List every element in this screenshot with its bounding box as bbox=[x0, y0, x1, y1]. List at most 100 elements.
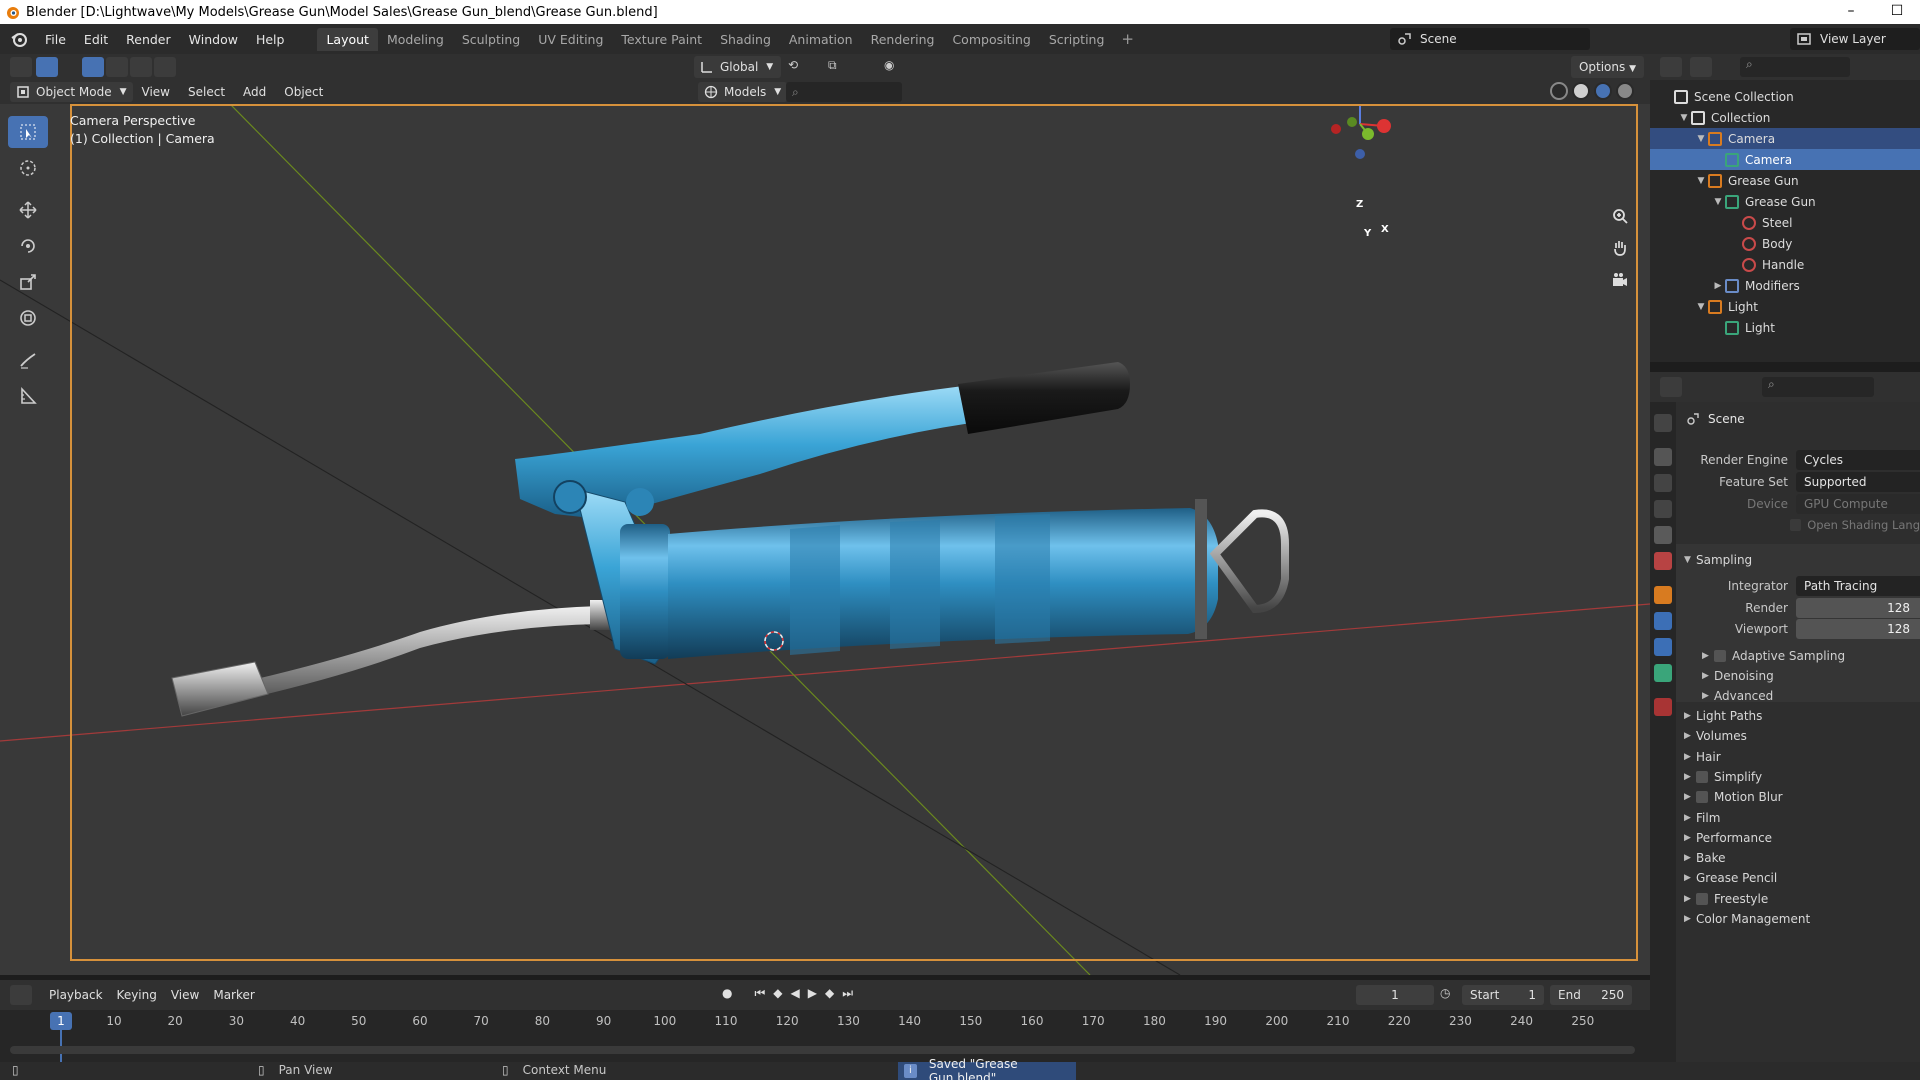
material-preview-shading-icon[interactable] bbox=[1594, 82, 1612, 100]
section-simplify[interactable]: ▶ Simplify bbox=[1684, 767, 1762, 787]
start-frame-field[interactable]: Start 1 bbox=[1462, 985, 1544, 1005]
integrator-dropdown[interactable]: Path Tracing bbox=[1796, 576, 1920, 596]
prev-keyframe-icon[interactable]: ◆ bbox=[773, 986, 782, 1001]
scene-tab-icon[interactable] bbox=[1654, 526, 1672, 544]
section-checkbox[interactable] bbox=[1696, 791, 1708, 804]
scale-tool-icon[interactable] bbox=[8, 266, 48, 298]
editor-type-icon[interactable] bbox=[10, 57, 32, 77]
properties-editor-type-icon[interactable] bbox=[1660, 377, 1682, 397]
blender-menu-icon[interactable] bbox=[10, 30, 28, 48]
tab-compositing[interactable]: Compositing bbox=[943, 28, 1039, 51]
properties-search-input[interactable]: ⌕ bbox=[1762, 377, 1874, 397]
rotate-tool-icon[interactable] bbox=[8, 230, 48, 262]
tool-tab-icon[interactable] bbox=[1654, 414, 1672, 432]
collection-filter-dropdown[interactable]: Models ▼ bbox=[698, 82, 788, 102]
section-checkbox[interactable] bbox=[1696, 770, 1708, 783]
outliner-item-material[interactable]: Handle bbox=[1650, 254, 1920, 275]
outliner-item-camera-object[interactable]: ▼ Camera bbox=[1650, 128, 1920, 149]
record-icon[interactable]: ● bbox=[722, 986, 732, 1001]
collapsed-icon[interactable]: ▶ bbox=[1711, 281, 1725, 291]
measure-tool-icon[interactable] bbox=[8, 380, 48, 412]
tab-sculpting[interactable]: Sculpting bbox=[453, 28, 529, 51]
expanded-icon[interactable]: ▼ bbox=[1694, 134, 1708, 144]
outliner-item-light-object[interactable]: ▼ Light bbox=[1650, 296, 1920, 317]
menu-window[interactable]: Window bbox=[180, 32, 247, 47]
outliner-item-material[interactable]: Body bbox=[1650, 233, 1920, 254]
select-mode-intersect-icon[interactable] bbox=[154, 57, 176, 77]
section-checkbox[interactable] bbox=[1696, 892, 1708, 905]
section-hair[interactable]: ▶ Hair bbox=[1684, 747, 1721, 767]
save-report[interactable]: i Saved "Grease Gun.blend" bbox=[898, 1057, 1076, 1080]
expanded-icon[interactable]: ▼ bbox=[1677, 113, 1691, 123]
expanded-icon[interactable]: ▼ bbox=[1711, 197, 1725, 207]
view-layer-selector[interactable]: View Layer bbox=[1790, 28, 1920, 50]
constraint-tab-icon[interactable] bbox=[1654, 638, 1672, 656]
select-mode-new-icon[interactable] bbox=[82, 57, 104, 77]
texture-tab-icon[interactable] bbox=[1654, 698, 1672, 716]
data-tab-icon[interactable] bbox=[1654, 664, 1672, 682]
current-frame-indicator[interactable]: 1 bbox=[50, 1012, 72, 1030]
move-tool-icon[interactable] bbox=[8, 194, 48, 226]
tab-modeling[interactable]: Modeling bbox=[378, 28, 453, 51]
options-dropdown[interactable]: Options ▼ bbox=[1570, 56, 1644, 78]
outliner-item-modifier[interactable]: ▶ Modifiers bbox=[1650, 275, 1920, 296]
outliner-item-camera-data[interactable]: Camera bbox=[1650, 149, 1920, 170]
select-mode-extend-icon[interactable] bbox=[106, 57, 128, 77]
rendered-shading-icon[interactable] bbox=[1616, 82, 1634, 100]
tab-rendering[interactable]: Rendering bbox=[862, 28, 944, 51]
menu-edit[interactable]: Edit bbox=[75, 32, 117, 47]
advanced-subpanel[interactable]: ▶ Advanced bbox=[1702, 686, 1773, 706]
expanded-icon[interactable]: ▼ bbox=[1694, 302, 1708, 312]
select-tool-icon[interactable] bbox=[8, 116, 48, 148]
add-workspace-button[interactable]: + bbox=[1113, 30, 1142, 48]
jump-start-icon[interactable]: ⏮ bbox=[754, 986, 765, 1001]
section-performance[interactable]: ▶ Performance bbox=[1684, 828, 1772, 848]
menu-marker[interactable]: Marker bbox=[206, 988, 261, 1002]
expanded-icon[interactable]: ▼ bbox=[1694, 176, 1708, 186]
pan-hand-icon[interactable] bbox=[1606, 234, 1634, 262]
object-mode-dropdown[interactable]: Object Mode ▼ bbox=[10, 82, 133, 102]
tab-animation[interactable]: Animation bbox=[780, 28, 862, 51]
tab-uv-editing[interactable]: UV Editing bbox=[529, 28, 612, 51]
render-samples-field[interactable]: 128 bbox=[1796, 598, 1920, 618]
open-shading-checkbox[interactable] bbox=[1789, 519, 1802, 531]
section-grease-pencil[interactable]: ▶ Grease Pencil bbox=[1684, 868, 1777, 888]
section-volumes[interactable]: ▶ Volumes bbox=[1684, 726, 1747, 746]
proportional-edit-icon[interactable]: ◉ bbox=[884, 58, 894, 72]
modifier-tab-icon[interactable] bbox=[1654, 612, 1672, 630]
outliner-item-mesh-data[interactable]: ▼ Grease Gun bbox=[1650, 191, 1920, 212]
timeline-body[interactable]: 1 10 20 30 40 50 60 70 80 90 100 110 120 130 140 150 16… bbox=[0, 1010, 1650, 1062]
transform-tool-icon[interactable] bbox=[8, 302, 48, 334]
menu-add[interactable]: Add bbox=[234, 85, 275, 99]
section-light-paths[interactable]: ▶ Light Paths bbox=[1684, 706, 1762, 726]
section-film[interactable]: ▶ Film bbox=[1684, 808, 1720, 828]
menu-timeline-view[interactable]: View bbox=[164, 988, 206, 1002]
outliner-display-mode-icon[interactable] bbox=[1690, 57, 1712, 77]
adaptive-sampling-subpanel[interactable]: ▶ Adaptive Sampling bbox=[1702, 646, 1845, 666]
end-frame-field[interactable]: End 250 bbox=[1550, 985, 1632, 1005]
output-tab-icon[interactable] bbox=[1654, 474, 1672, 492]
tab-layout[interactable]: Layout bbox=[317, 27, 378, 51]
adaptive-sampling-checkbox[interactable] bbox=[1714, 650, 1726, 662]
outliner-search-input[interactable]: ⌕ bbox=[1740, 57, 1850, 77]
camera-view-icon[interactable] bbox=[1606, 266, 1634, 294]
menu-view[interactable]: View bbox=[133, 85, 179, 99]
tab-texture-paint[interactable]: Texture Paint bbox=[612, 28, 711, 51]
device-dropdown[interactable]: GPU Compute bbox=[1796, 494, 1920, 514]
pivot-point-icon[interactable]: ⟲ bbox=[788, 58, 798, 72]
feature-set-dropdown[interactable]: Supported bbox=[1796, 472, 1920, 492]
tab-scripting[interactable]: Scripting bbox=[1040, 28, 1114, 51]
outliner-item-scene-collection[interactable]: Scene Collection bbox=[1650, 86, 1920, 107]
current-frame-field[interactable]: 1 bbox=[1356, 985, 1434, 1005]
render-tab-icon[interactable] bbox=[1654, 448, 1672, 466]
outliner-editor-type-icon[interactable] bbox=[1660, 57, 1682, 77]
object-tab-icon[interactable] bbox=[1654, 586, 1672, 604]
annotate-tool-icon[interactable] bbox=[8, 344, 48, 376]
timeline-scrollbar[interactable] bbox=[10, 1046, 1635, 1054]
tab-shading[interactable]: Shading bbox=[711, 28, 780, 51]
section-freestyle[interactable]: ▶ Freestyle bbox=[1684, 889, 1768, 909]
sampling-section-header[interactable]: ▼ Sampling bbox=[1684, 550, 1752, 570]
menu-render[interactable]: Render bbox=[117, 32, 180, 47]
section-color-management[interactable]: ▶ Color Management bbox=[1684, 909, 1810, 929]
view-layer-tab-icon[interactable] bbox=[1654, 500, 1672, 518]
